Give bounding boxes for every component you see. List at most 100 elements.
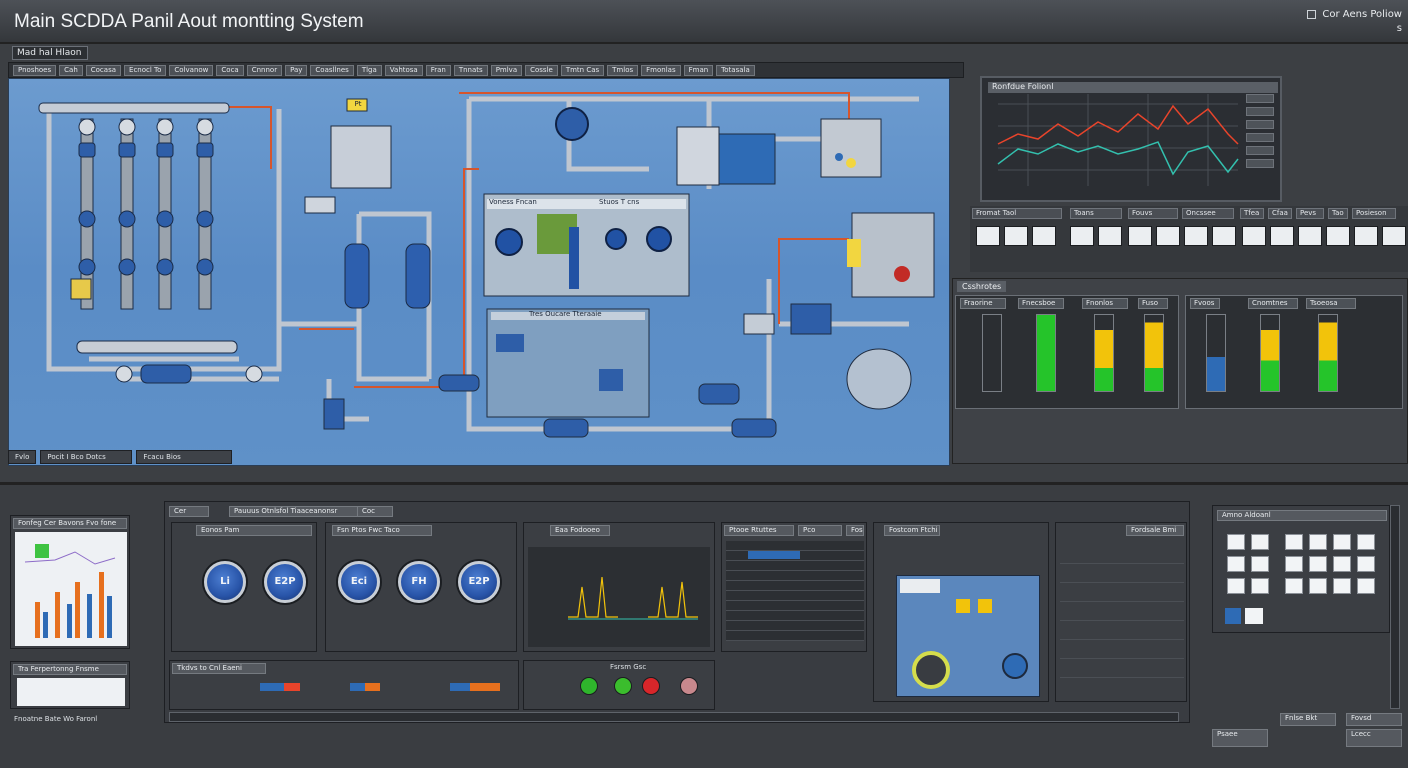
toolbar-item[interactable]: Pmlva bbox=[490, 65, 523, 76]
dial-4[interactable]: FH bbox=[398, 561, 440, 603]
lamp-2[interactable] bbox=[614, 677, 632, 695]
toolbar-item[interactable]: Tmlos bbox=[607, 65, 639, 76]
pid-tag[interactable]: Pt bbox=[349, 98, 367, 110]
share-icon[interactable] bbox=[1184, 226, 1208, 246]
grid-tab-3[interactable]: Fos bbox=[846, 525, 864, 536]
toolbar-item[interactable]: Ecnocl To bbox=[124, 65, 167, 76]
keypad-button[interactable] bbox=[1333, 556, 1351, 572]
toolbar-item[interactable]: Fran bbox=[425, 65, 451, 76]
rtb-label-6[interactable]: Cfaa bbox=[1268, 208, 1292, 219]
window-icon[interactable] bbox=[1326, 226, 1350, 246]
toolbar-item[interactable]: Fmonlas bbox=[641, 65, 681, 76]
control-switch-2[interactable] bbox=[978, 599, 992, 613]
keypad-button[interactable] bbox=[1251, 556, 1269, 572]
control-device[interactable] bbox=[900, 579, 940, 593]
bottom-tab-2[interactable]: Pauuus Otnlsfol Tiaaceanonsr bbox=[229, 506, 369, 517]
toolbar-item[interactable]: Coasllnes bbox=[310, 65, 354, 76]
lamp-4[interactable] bbox=[680, 677, 698, 695]
toolbar-item[interactable]: Coca bbox=[216, 65, 244, 76]
toolbar-item[interactable]: Tnnats bbox=[453, 65, 488, 76]
rtb-label-3[interactable]: Fouvs bbox=[1128, 208, 1178, 219]
keypad-button[interactable] bbox=[1285, 556, 1303, 572]
toolbar-item[interactable]: Cossle bbox=[525, 65, 558, 76]
keypad-vscroll[interactable] bbox=[1390, 505, 1400, 709]
keypad-button[interactable] bbox=[1309, 556, 1327, 572]
rows-icon[interactable] bbox=[1156, 226, 1180, 246]
keypad-button[interactable] bbox=[1227, 534, 1245, 550]
keypad-button[interactable] bbox=[1333, 534, 1351, 550]
trend-side-btn[interactable] bbox=[1246, 107, 1274, 116]
control-knob[interactable] bbox=[1002, 653, 1028, 679]
lamp-1[interactable] bbox=[580, 677, 598, 695]
control-switch-1[interactable] bbox=[956, 599, 970, 613]
grid-tab-1[interactable]: Ptooe Rtuttes bbox=[724, 525, 794, 536]
toolbar-item[interactable]: Pay bbox=[285, 65, 308, 76]
list-icon[interactable] bbox=[1098, 226, 1122, 246]
bottom-hscroll[interactable] bbox=[169, 712, 1179, 722]
keypad-button[interactable] bbox=[1309, 578, 1327, 594]
toolbar-item[interactable]: Totasala bbox=[716, 65, 755, 76]
bars-tab[interactable]: Csshrotes bbox=[957, 281, 1007, 292]
bottom-button-2[interactable]: Fovsd bbox=[1346, 713, 1402, 726]
pid-foot-button-3[interactable]: Fcacu Bios bbox=[136, 450, 233, 464]
keypad-mode-button[interactable] bbox=[1245, 608, 1263, 624]
trend-side-btn[interactable] bbox=[1246, 120, 1274, 129]
circle-icon[interactable] bbox=[1032, 226, 1056, 246]
keypad-button[interactable] bbox=[1227, 556, 1245, 572]
toolbar-item[interactable]: Fman bbox=[683, 65, 714, 76]
keypad-button[interactable] bbox=[1309, 534, 1327, 550]
grid-selected-row[interactable] bbox=[748, 551, 800, 559]
keypad-button[interactable] bbox=[1251, 578, 1269, 594]
bottom-button-1[interactable]: Fnlse Bkt bbox=[1280, 713, 1336, 726]
keypad-button[interactable] bbox=[1357, 556, 1375, 572]
toolbar-item[interactable]: Cocasa bbox=[85, 65, 122, 76]
network-icon[interactable] bbox=[17, 678, 125, 706]
rtb-label-2[interactable]: Toans bbox=[1070, 208, 1122, 219]
trend-side-btn[interactable] bbox=[1246, 159, 1274, 168]
dial-5[interactable]: E2P bbox=[458, 561, 500, 603]
keypad-button[interactable] bbox=[1251, 534, 1269, 550]
dial-3[interactable]: Eci bbox=[338, 561, 380, 603]
target-icon[interactable] bbox=[1354, 226, 1378, 246]
grid-tab-2[interactable]: Pco bbox=[798, 525, 842, 536]
grid-icon[interactable] bbox=[1004, 226, 1028, 246]
toolbar-item[interactable]: Cah bbox=[59, 65, 83, 76]
bottom-tab-3[interactable]: Coc bbox=[357, 506, 393, 517]
pencil-icon[interactable] bbox=[1270, 226, 1294, 246]
screen-icon[interactable] bbox=[1382, 226, 1406, 246]
toolbar-item[interactable]: Colvanow bbox=[169, 65, 214, 76]
tab-main[interactable]: Mad hal Hlaon bbox=[12, 46, 88, 60]
window-icon[interactable] bbox=[1307, 9, 1317, 19]
toolbar-item[interactable]: Cnnnor bbox=[246, 65, 283, 76]
lamp-3[interactable] bbox=[642, 677, 660, 695]
pid-foot-button-2[interactable]: Pocit I Bco Dotcs bbox=[40, 450, 133, 464]
table-icon[interactable] bbox=[1128, 226, 1152, 246]
rtb-label-9[interactable]: Posieson bbox=[1352, 208, 1396, 219]
keypad-mode-icon[interactable] bbox=[1225, 608, 1241, 624]
rtb-label-5[interactable]: Tfea bbox=[1240, 208, 1264, 219]
refresh-icon[interactable] bbox=[1212, 226, 1236, 246]
rtb-label-1[interactable]: Fromat Taol bbox=[972, 208, 1062, 219]
toolbar-item[interactable]: Tlga bbox=[356, 65, 382, 76]
trend-side-btn[interactable] bbox=[1246, 133, 1274, 142]
rtb-label-8[interactable]: Tao bbox=[1328, 208, 1348, 219]
keypad-button[interactable] bbox=[1333, 578, 1351, 594]
monitor-icon[interactable] bbox=[1242, 226, 1266, 246]
rtb-label-4[interactable]: Oncssee bbox=[1182, 208, 1234, 219]
bottom-small-2[interactable]: Lcecc bbox=[1346, 729, 1402, 747]
user-label[interactable]: Cor Aens Poliow bbox=[1322, 9, 1402, 20]
rtb-label-7[interactable]: Pevs bbox=[1296, 208, 1324, 219]
keypad-button[interactable] bbox=[1285, 534, 1303, 550]
keypad-button[interactable] bbox=[1227, 578, 1245, 594]
up-icon[interactable] bbox=[976, 226, 1000, 246]
toolbar-item[interactable]: Pnoshoes bbox=[13, 65, 57, 76]
toolbar-item[interactable]: Vahtosa bbox=[384, 65, 423, 76]
bottom-small-1[interactable]: Psaee bbox=[1212, 729, 1268, 747]
keypad-button[interactable] bbox=[1357, 578, 1375, 594]
pid-foot-button-1[interactable]: Fvlo bbox=[8, 450, 37, 464]
keypad-button[interactable] bbox=[1285, 578, 1303, 594]
keypad-button[interactable] bbox=[1357, 534, 1375, 550]
dial-2[interactable]: E2P bbox=[264, 561, 306, 603]
sync-icon[interactable] bbox=[1298, 226, 1322, 246]
chart-icon[interactable] bbox=[1070, 226, 1094, 246]
